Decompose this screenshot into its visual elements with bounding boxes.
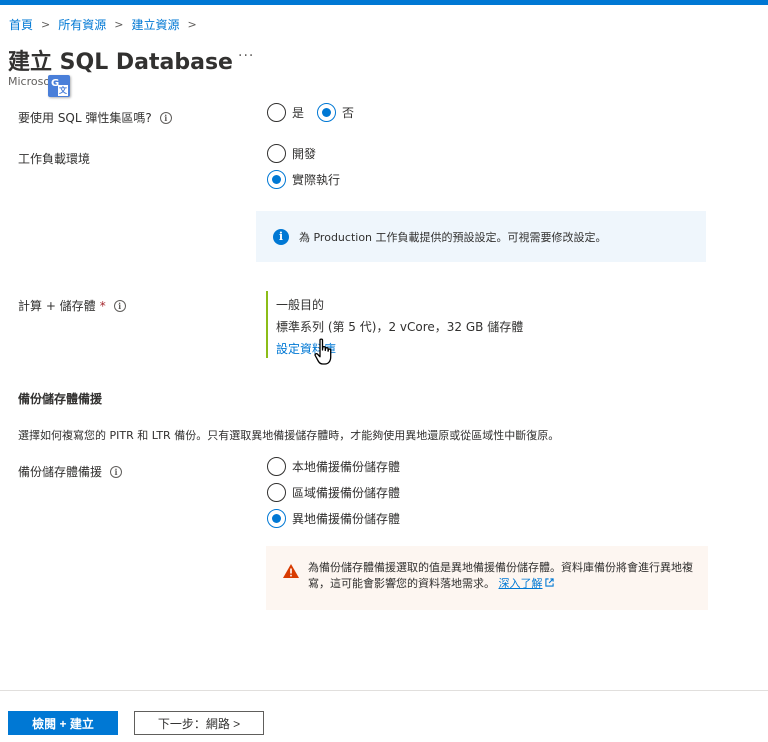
info-icon: i [273,228,289,245]
compute-summary: 一般目的 標準系列 (第 5 代)，2 vCore，32 GB 儲存體 設定資料… [266,291,523,358]
radio-button[interactable] [267,483,286,502]
compute-tier: 一般目的 [276,298,325,312]
page-title: 建立 SQL Database [8,50,233,75]
external-link-icon [544,578,554,587]
breadcrumb-home[interactable]: 首頁 [9,16,33,33]
chevron-right-icon: > [187,18,197,31]
footer-divider [0,690,768,691]
elastic-pool-label: 要使用 SQL 彈性集區嗎? i [18,109,172,126]
page-subtitle: Microsoft [8,75,48,88]
next-networking-button[interactable]: 下一步：網路 > [134,711,264,735]
info-icon[interactable]: i [159,111,172,124]
info-icon[interactable]: i [110,465,123,478]
review-create-button[interactable]: 檢閱 + 建立 [8,711,118,735]
radio-backup-lrs[interactable]: 本地備援備份儲存體 [267,457,400,476]
translate-icon[interactable]: G文 [48,75,70,97]
radio-elastic-yes[interactable]: 是 [267,103,304,122]
radio-workload-dev[interactable]: 開發 [267,144,316,163]
learn-more-link[interactable]: 深入了解 [499,577,543,590]
compute-details: 標準系列 (第 5 代)，2 vCore，32 GB 儲存體 [276,320,524,334]
required-asterisk: * [99,298,106,313]
backup-warning-message: 為備份儲存體備援選取的值是異地備援備份儲存體。資料庫備份將會進行異地複寫，這可能… [266,546,708,610]
more-options-icon[interactable]: ··· [238,48,254,64]
radio-button-selected[interactable] [267,509,286,528]
workload-label: 工作負載環境 [18,152,91,166]
workload-info-message: i 為 Production 工作負載提供的預設設定。可視需要修改設定。 [256,211,706,262]
backup-section-heading: 備份儲存體備援 [18,392,103,406]
compute-label: 計算 + 儲存體 * i [18,297,126,314]
radio-backup-grs[interactable]: 異地備援備份儲存體 [267,509,400,528]
radio-workload-prod[interactable]: 實際執行 [267,170,340,189]
breadcrumb-all-resources[interactable]: 所有資源 [58,16,106,33]
radio-button[interactable] [267,457,286,476]
backup-description: 選擇如何複寫您的 PITR 和 LTR 備份。只有選取異地備援儲存體時，才能夠使… [18,429,560,442]
radio-button-selected[interactable] [317,103,336,122]
warning-icon [283,564,299,578]
chevron-right-icon: > [41,18,51,31]
radio-button[interactable] [267,144,286,163]
radio-elastic-no[interactable]: 否 [317,103,354,122]
backup-redundancy-label: 備份儲存體備援 i [18,463,123,480]
top-accent-bar [0,0,768,5]
radio-backup-zrs[interactable]: 區域備援備份儲存體 [267,483,400,502]
hand-pointer-cursor-icon [314,338,332,365]
breadcrumb: 首頁 > 所有資源 > 建立資源 > [9,16,205,33]
chevron-right-icon: > [114,18,124,31]
radio-button[interactable] [267,103,286,122]
breadcrumb-create-resource[interactable]: 建立資源 [131,16,179,33]
radio-button-selected[interactable] [267,170,286,189]
info-icon[interactable]: i [113,299,126,312]
